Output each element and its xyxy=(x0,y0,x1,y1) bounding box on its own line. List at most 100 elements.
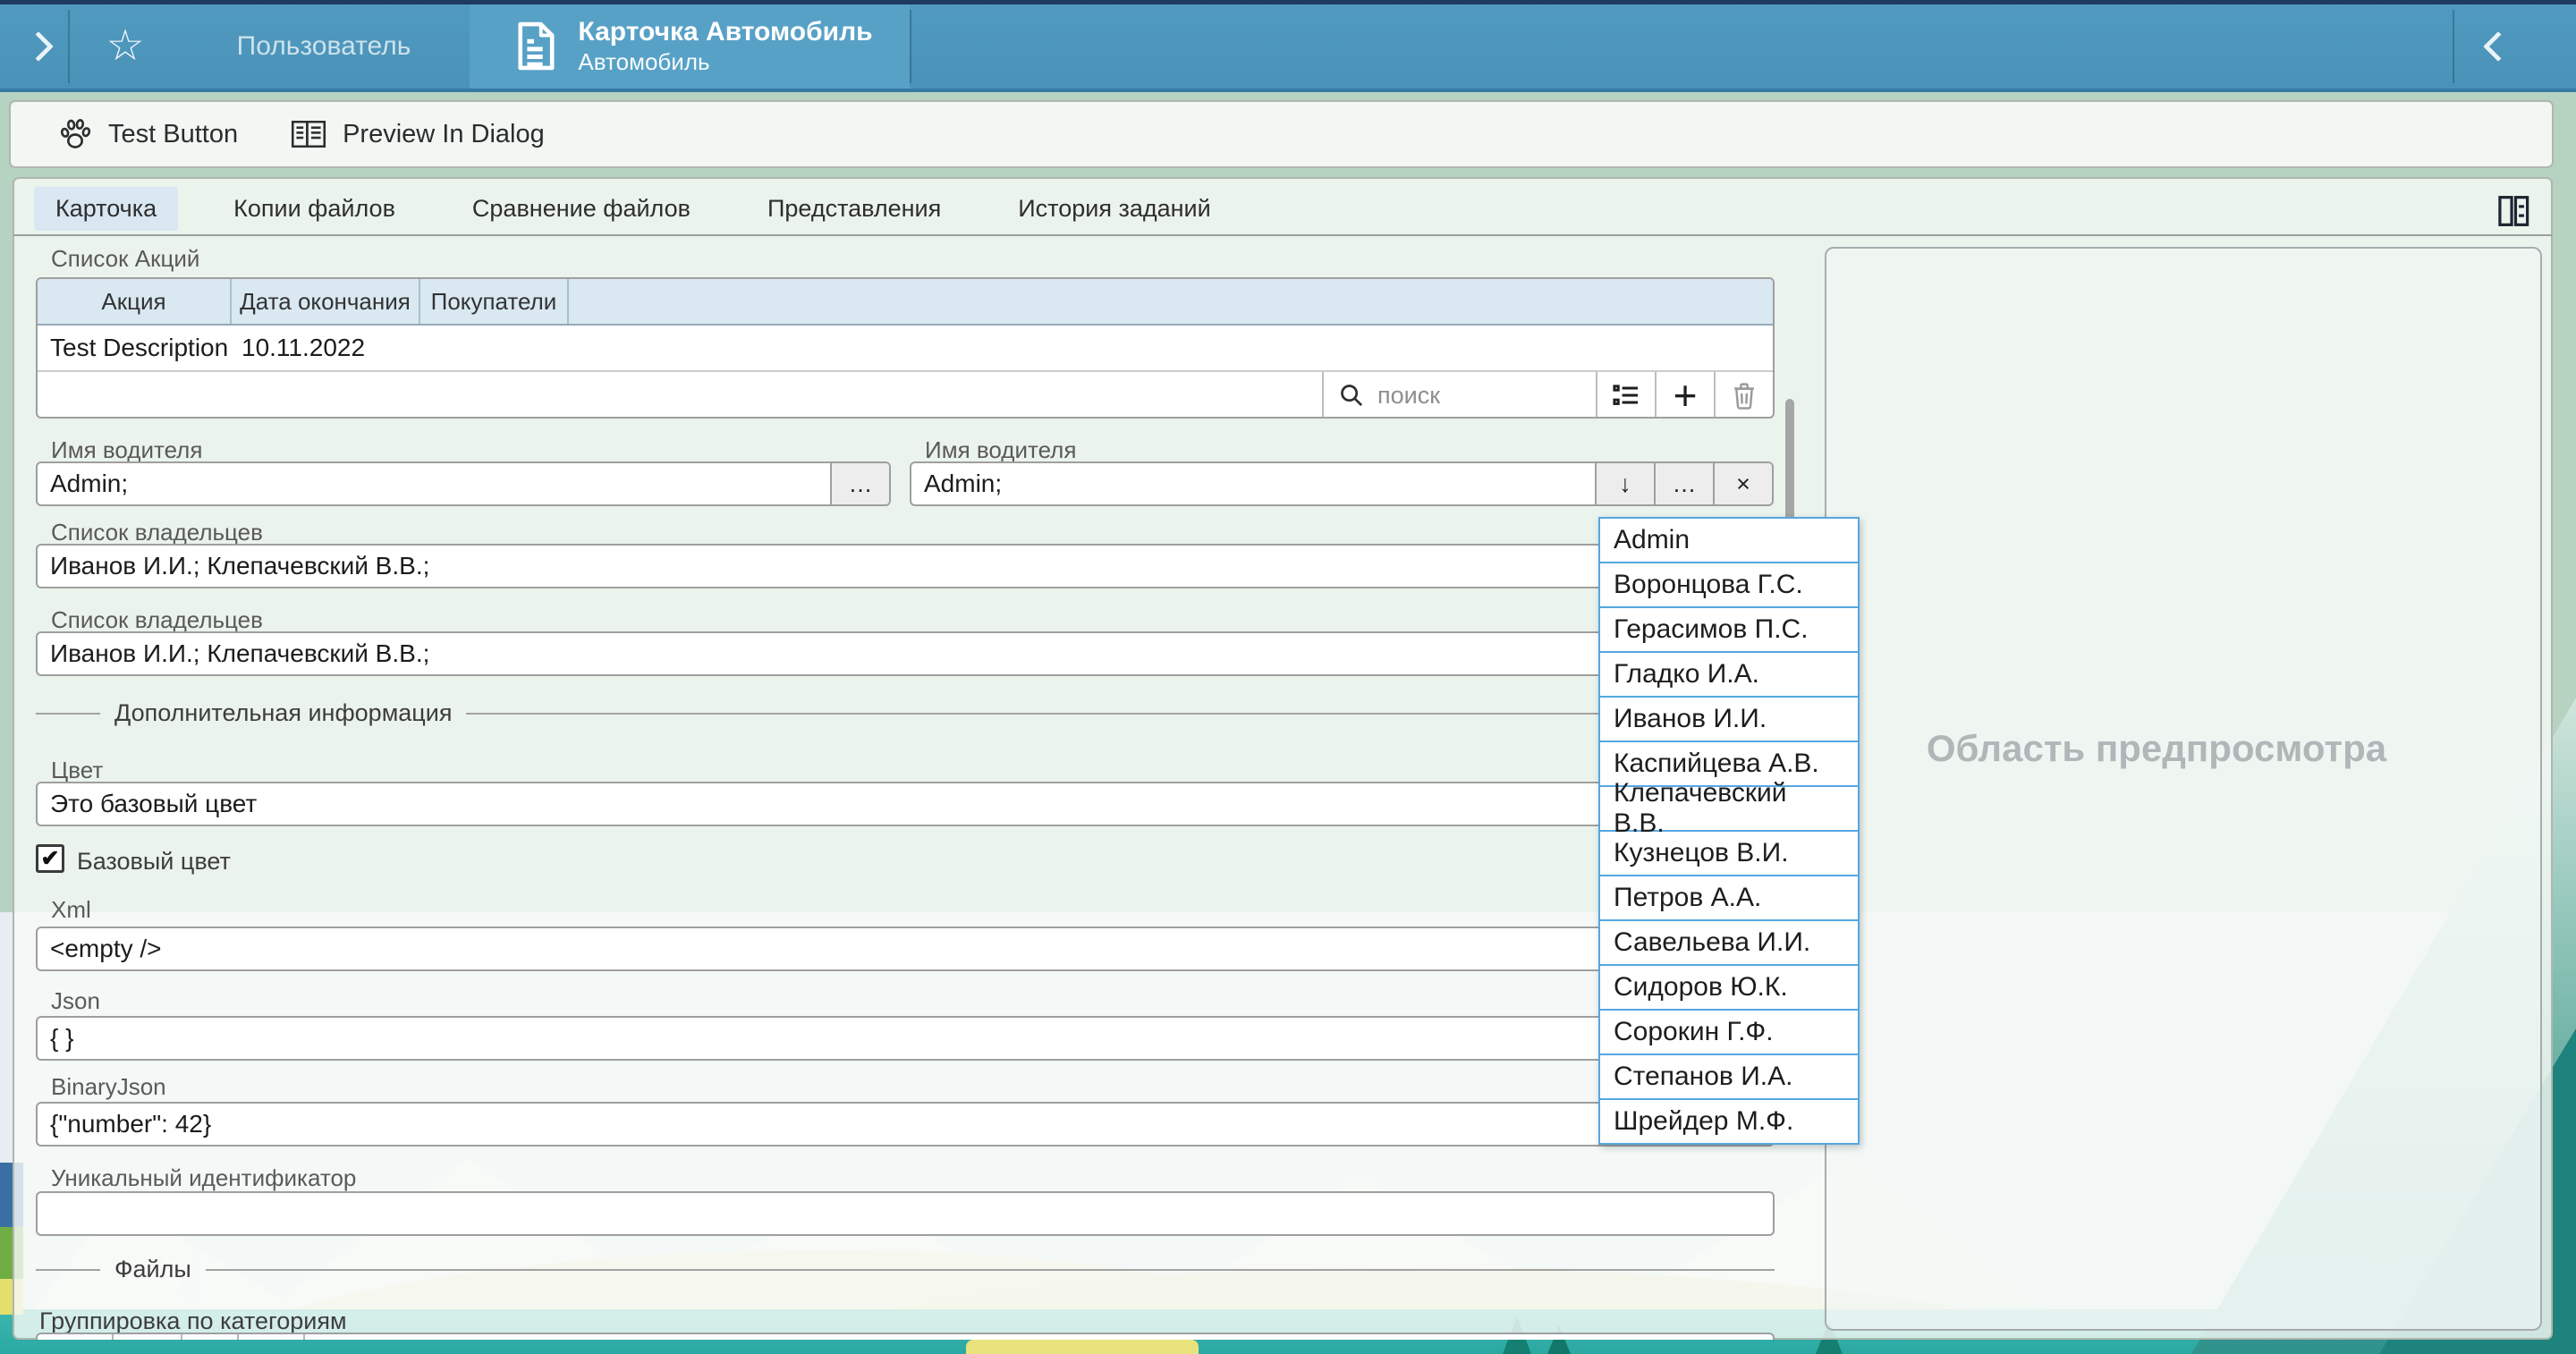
column-header-akciya[interactable]: Акция xyxy=(38,279,232,324)
dropdown-item[interactable]: Воронцова Г.С. xyxy=(1600,563,1858,608)
divider xyxy=(68,10,70,83)
json-field[interactable]: { } xyxy=(36,1016,1775,1061)
dropdown-item[interactable]: Шрейдер М.Ф. xyxy=(1600,1100,1858,1143)
document-icon xyxy=(515,21,556,72)
promo-list-label: Список Акций xyxy=(51,245,199,273)
dropdown-item[interactable]: Герасимов П.С. xyxy=(1600,608,1858,653)
section-files-label: Файлы xyxy=(114,1256,191,1283)
preview-in-dialog-button[interactable]: Preview In Dialog xyxy=(290,118,545,150)
favorites-button[interactable]: ☆ xyxy=(91,4,159,89)
xml-label: Xml xyxy=(51,896,91,924)
xml-field[interactable]: <empty /> xyxy=(36,927,1775,971)
tab-label: История заданий xyxy=(1018,195,1210,222)
card-tab-title: Карточка Автомобиль xyxy=(578,17,872,47)
preview-in-dialog-label: Preview In Dialog xyxy=(343,120,545,149)
tabstrip-divider xyxy=(13,234,2552,236)
driver-name2-label: Имя водителя xyxy=(925,436,1076,464)
search-input[interactable]: поиск xyxy=(1322,372,1596,419)
nav-tab-card[interactable]: Карточка Автомобиль Автомобиль xyxy=(470,4,910,89)
tab-kartochka[interactable]: Карточка xyxy=(34,187,178,231)
preview-panel: Область предпросмотра xyxy=(1825,247,2542,1331)
collapse-panel-button[interactable] xyxy=(2463,4,2533,89)
chevron-right-icon xyxy=(23,31,54,62)
owners-list2-label: Список владельцев xyxy=(51,606,263,634)
divider xyxy=(910,10,911,83)
test-button[interactable]: Test Button xyxy=(57,116,238,152)
tab-label: Представления xyxy=(767,195,941,222)
list-icon xyxy=(1612,382,1640,409)
dropdown-item[interactable]: Савельева И.И. xyxy=(1600,921,1858,966)
column-header-pokupateli[interactable]: Покупатели xyxy=(420,279,569,324)
tab-predstavleniya[interactable]: Представления xyxy=(746,187,962,231)
sand-patch xyxy=(966,1340,1199,1354)
card-toolbar: Test Button Preview In Dialog xyxy=(9,100,2554,168)
tab-kopii-failov[interactable]: Копии файлов xyxy=(212,187,417,231)
paw-icon xyxy=(57,116,93,152)
checkmark-icon: ✔ xyxy=(41,845,60,872)
binaryjson-label: BinaryJson xyxy=(51,1073,166,1101)
column-header-data-okonchaniya[interactable]: Дата окончания xyxy=(232,279,420,324)
dropdown-item[interactable]: Admin xyxy=(1600,519,1858,563)
owners-list-field[interactable]: Иванов И.И.; Клепачевский В.В.; xyxy=(36,544,1775,588)
nav-tab-user[interactable]: Пользователь xyxy=(184,4,463,89)
nav-tab-user-label: Пользователь xyxy=(237,31,411,62)
dropdown-item[interactable]: Иванов И.И. xyxy=(1600,698,1858,742)
clear-button[interactable]: × xyxy=(1713,463,1772,504)
grouping-label: Группировка по категориям xyxy=(39,1307,347,1335)
driver-name-value[interactable]: Admin; xyxy=(38,463,830,504)
cell-data-okonchaniya: 10.11.2022 xyxy=(242,334,365,362)
search-placeholder: поиск xyxy=(1377,382,1440,410)
base-color-checkbox-label[interactable]: Базовый цвет xyxy=(77,848,231,876)
promo-table: Акция Дата окончания Покупатели Test Des… xyxy=(36,277,1775,419)
driver-name-label: Имя водителя xyxy=(51,436,202,464)
preview-dialog-icon xyxy=(290,118,327,150)
dropdown-item[interactable]: Степанов И.А. xyxy=(1600,1055,1858,1100)
preview-placeholder: Область предпросмотра xyxy=(1826,727,2487,770)
expand-nav-button[interactable] xyxy=(13,4,64,89)
uid-label: Уникальный идентификатор xyxy=(51,1164,356,1192)
driver-name-field[interactable]: Admin; … xyxy=(36,461,891,506)
divider xyxy=(2453,10,2454,83)
cell-akciya: Test Description xyxy=(50,334,228,362)
dropdown-item[interactable]: Сидоров Ю.К. xyxy=(1600,966,1858,1011)
ellipsis-button[interactable]: … xyxy=(1654,463,1713,504)
toggle-preview-layout-button[interactable] xyxy=(2497,193,2531,229)
color-field[interactable]: Это базовый цвет xyxy=(36,782,1775,826)
card-tab-subtitle: Автомобиль xyxy=(578,47,872,76)
dropdown-item[interactable]: Сорокин Г.Ф. xyxy=(1600,1011,1858,1055)
binaryjson-field[interactable]: {"number": 42} xyxy=(36,1102,1775,1147)
dropdown-item[interactable]: Гладко И.А. xyxy=(1600,653,1858,698)
uid-field[interactable] xyxy=(36,1191,1775,1236)
base-color-checkbox[interactable]: ✔ xyxy=(36,844,64,873)
dropdown-item[interactable]: Петров А.А. xyxy=(1600,876,1858,921)
tab-label: Карточка xyxy=(55,195,157,222)
select-from-list-button[interactable] xyxy=(1596,372,1655,419)
dropdown-button[interactable]: ↓ xyxy=(1595,463,1654,504)
json-label: Json xyxy=(51,987,100,1015)
ellipsis-button[interactable]: … xyxy=(830,463,889,504)
trash-icon xyxy=(1731,381,1758,410)
tab-label: Сравнение файлов xyxy=(472,195,691,222)
search-icon xyxy=(1338,382,1365,409)
app-window: ☆ Пользователь Карточка Автомобиль Автом… xyxy=(0,0,2576,1354)
vertical-scrollbar-thumb[interactable] xyxy=(1785,399,1794,520)
star-icon: ☆ xyxy=(106,25,144,68)
driver-name2-value[interactable]: Admin; xyxy=(911,463,1595,504)
driver-name2-field[interactable]: Admin; ↓ … × xyxy=(910,461,1774,506)
column-header-empty xyxy=(569,279,1773,324)
split-view-icon xyxy=(2497,193,2531,229)
tab-sravnenie-failov[interactable]: Сравнение файлов xyxy=(451,187,712,231)
add-row-button[interactable]: + xyxy=(1655,372,1714,419)
top-navigation-bar: ☆ Пользователь Карточка Автомобиль Автом… xyxy=(0,0,2576,92)
dropdown-item[interactable]: Клепачевский В.В. xyxy=(1600,787,1858,832)
files-table-clipped xyxy=(36,1333,1775,1340)
promo-table-row[interactable]: Test Description 10.11.2022 xyxy=(38,326,1773,372)
delete-row-button[interactable] xyxy=(1714,372,1773,419)
section-additional-info: Дополнительная информация xyxy=(36,699,1775,727)
chevron-left-icon xyxy=(2483,31,2513,62)
section-additional-info-label: Дополнительная информация xyxy=(114,699,452,727)
section-files: Файлы xyxy=(36,1256,1775,1283)
promo-table-footer: поиск + xyxy=(38,372,1773,419)
tab-istoriya-zadanii[interactable]: История заданий xyxy=(996,187,1232,231)
owners-list2-field[interactable]: Иванов И.И.; Клепачевский В.В.; xyxy=(36,631,1775,676)
